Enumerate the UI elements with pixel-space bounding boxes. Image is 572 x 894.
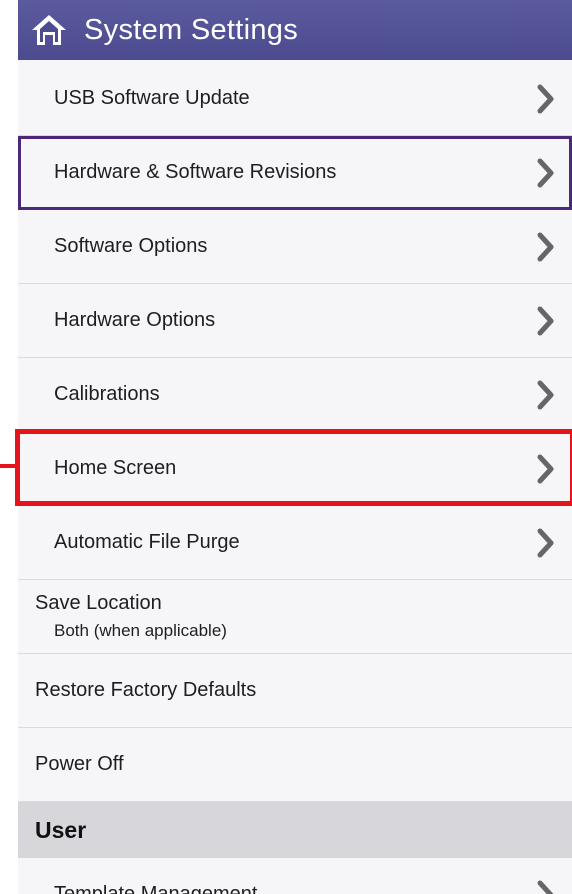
- chevron-right-icon: [537, 528, 554, 557]
- home-icon[interactable]: [30, 13, 68, 47]
- menu-item-hardware-software-revisions[interactable]: Hardware & Software Revisions: [18, 136, 572, 210]
- chevron-right-icon: [537, 232, 554, 261]
- menu-item-automatic-file-purge[interactable]: Automatic File Purge: [18, 506, 572, 580]
- section-header-user: User: [18, 802, 572, 858]
- chevron-right-icon: [537, 84, 554, 113]
- menu-item-label: Calibrations: [54, 383, 160, 405]
- menu-item-label: Software Options: [54, 235, 208, 257]
- menu-item-label: Template Management: [54, 883, 258, 894]
- menu-item-template-management[interactable]: Template Management: [18, 858, 572, 894]
- chevron-right-icon: [537, 880, 554, 894]
- chevron-right-icon: [537, 454, 554, 483]
- menu-item-calibrations[interactable]: Calibrations: [18, 358, 572, 432]
- menu-item-label: Restore Factory Defaults: [35, 679, 257, 701]
- chevron-right-icon: [537, 158, 554, 187]
- menu-item-hardware-options[interactable]: Hardware Options: [18, 284, 572, 358]
- menu-item-label: USB Software Update: [54, 87, 250, 109]
- title-bar: System Settings: [18, 0, 572, 60]
- menu-item-label: Automatic File Purge: [54, 531, 240, 553]
- menu-item-label: Home Screen: [54, 457, 177, 479]
- menu-item-save-location[interactable]: Save Location Both (when applicable): [18, 580, 572, 654]
- menu-item-usb-software-update[interactable]: USB Software Update: [18, 62, 572, 136]
- chevron-right-icon: [537, 380, 554, 409]
- chevron-right-icon: [537, 306, 554, 335]
- menu-item-label: Power Off: [35, 753, 124, 775]
- section-header-label: User: [35, 816, 87, 843]
- page-title: System Settings: [84, 13, 299, 46]
- menu-item-label: Hardware & Software Revisions: [54, 161, 337, 183]
- save-location-value: Both (when applicable): [54, 621, 227, 640]
- annotation-leader-line: [0, 464, 17, 468]
- settings-list: USB Software Update Hardware & Software …: [18, 62, 572, 894]
- menu-item-home-screen[interactable]: Home Screen: [18, 432, 572, 506]
- menu-item-label: Save Location: [35, 592, 162, 614]
- menu-item-software-options[interactable]: Software Options: [18, 210, 572, 284]
- menu-item-restore-factory-defaults[interactable]: Restore Factory Defaults: [18, 654, 572, 728]
- menu-item-label: Hardware Options: [54, 309, 216, 331]
- menu-item-power-off[interactable]: Power Off: [18, 728, 572, 802]
- system-settings-screen: System Settings USB Software Update Hard…: [18, 0, 572, 894]
